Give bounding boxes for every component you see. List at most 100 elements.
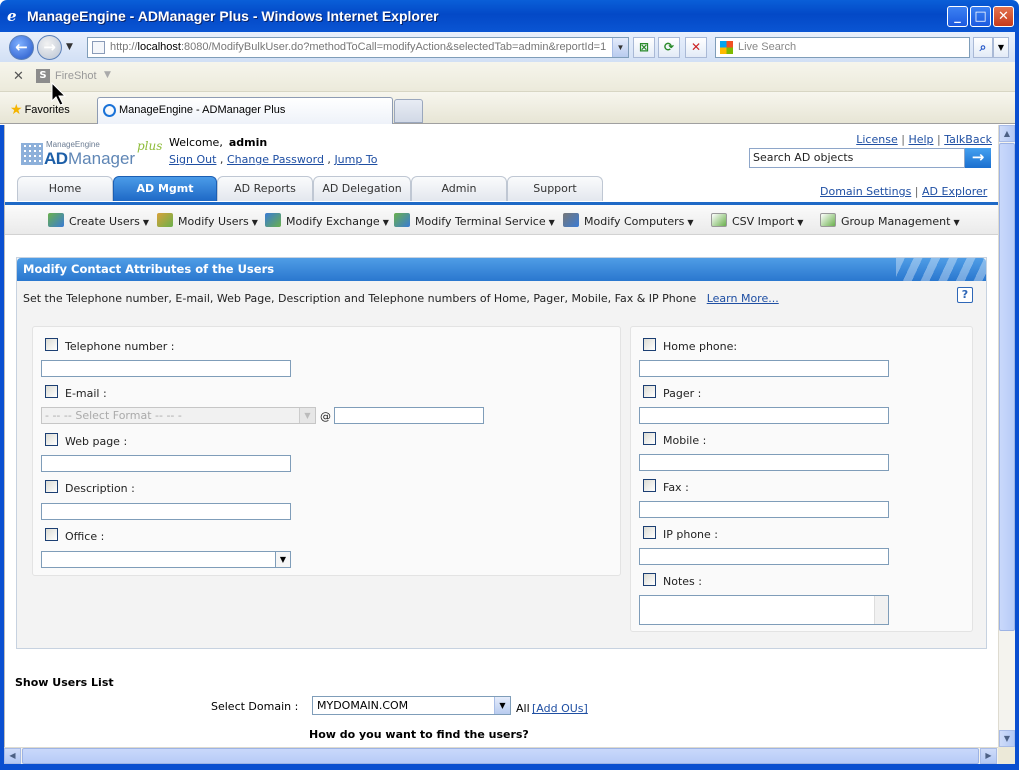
stop-icon[interactable]: ✕ bbox=[685, 37, 707, 58]
browser-tab-title: ManageEngine - ADManager Plus bbox=[119, 104, 286, 116]
domain-links: Domain Settings | AD Explorer bbox=[820, 185, 988, 198]
minimize-button[interactable]: _ bbox=[947, 6, 968, 27]
fireshot-icon[interactable]: S bbox=[36, 69, 50, 83]
compatibility-view-icon[interactable]: ⊠ bbox=[633, 37, 655, 58]
chevron-down-icon[interactable]: ▼ bbox=[494, 697, 510, 714]
scroll-left-icon[interactable]: ◀ bbox=[4, 748, 21, 764]
tab-ad-reports[interactable]: AD Reports bbox=[217, 176, 313, 201]
fax-checkbox[interactable] bbox=[643, 479, 656, 492]
notes-checkbox[interactable] bbox=[643, 573, 656, 586]
close-toolbar-icon[interactable]: ✕ bbox=[13, 69, 24, 84]
office-label: Office : bbox=[65, 530, 105, 543]
description-input[interactable] bbox=[41, 503, 291, 520]
vertical-scrollbar[interactable]: ▲ ▼ bbox=[998, 125, 1015, 747]
horizontal-scroll-thumb[interactable] bbox=[22, 748, 979, 764]
telephone-label: Telephone number : bbox=[65, 340, 175, 353]
fax-label: Fax : bbox=[663, 481, 689, 494]
scroll-right-icon[interactable]: ▶ bbox=[980, 748, 997, 764]
office-checkbox[interactable] bbox=[45, 528, 58, 541]
license-link[interactable]: License bbox=[856, 133, 897, 146]
horizontal-scrollbar[interactable]: ◀ ▶ bbox=[4, 747, 998, 764]
webpage-input[interactable] bbox=[41, 455, 291, 472]
domain-select[interactable]: MYDOMAIN.COM ▼ bbox=[312, 696, 511, 715]
mobile-input[interactable] bbox=[639, 454, 889, 471]
modify-computers-menu[interactable]: Modify Computers ▼ bbox=[563, 213, 694, 228]
live-search-input[interactable]: Live Search bbox=[715, 37, 970, 58]
scroll-down-icon[interactable]: ▼ bbox=[999, 730, 1015, 747]
tab-ad-delegation[interactable]: AD Delegation bbox=[313, 176, 411, 201]
fireshot-dropdown-icon[interactable]: ▼ bbox=[104, 70, 111, 80]
fax-input[interactable] bbox=[639, 501, 889, 518]
sub-navigation: Create Users ▼ Modify Users ▼ Modify Excha… bbox=[5, 205, 998, 235]
group-management-label: Group Management bbox=[841, 215, 951, 228]
notes-textarea[interactable] bbox=[639, 595, 889, 625]
ip-phone-checkbox[interactable] bbox=[643, 526, 656, 539]
mobile-checkbox[interactable] bbox=[643, 432, 656, 445]
home-phone-input[interactable] bbox=[639, 360, 889, 377]
pager-checkbox[interactable] bbox=[643, 385, 656, 398]
ip-phone-input[interactable] bbox=[639, 548, 889, 565]
webpage-checkbox[interactable] bbox=[45, 433, 58, 446]
scroll-up-icon[interactable]: ▲ bbox=[999, 125, 1015, 142]
url-dropdown-icon[interactable]: ▼ bbox=[612, 38, 628, 57]
csv-import-menu[interactable]: CSV Import ▼ bbox=[711, 213, 803, 228]
new-tab-button[interactable] bbox=[394, 99, 423, 123]
ip-phone-label: IP phone : bbox=[663, 528, 718, 541]
search-go-button[interactable]: → bbox=[965, 148, 991, 168]
tab-admin[interactable]: Admin bbox=[411, 176, 507, 201]
learn-more-link[interactable]: Learn More... bbox=[707, 292, 779, 305]
office-combo[interactable]: ▼ bbox=[41, 551, 291, 568]
modify-terminal-service-menu[interactable]: Modify Terminal Service ▼ bbox=[394, 213, 555, 228]
close-button[interactable]: ✕ bbox=[993, 6, 1014, 27]
chevron-down-icon[interactable]: ▼ bbox=[275, 552, 290, 567]
ad-search-input[interactable]: Search AD objects bbox=[749, 148, 965, 168]
talkback-link[interactable]: TalkBack bbox=[944, 133, 992, 146]
sign-out-link[interactable]: Sign Out bbox=[169, 153, 216, 166]
email-domain-input[interactable] bbox=[334, 407, 484, 424]
tab-ad-mgmt[interactable]: AD Mgmt bbox=[113, 176, 217, 201]
description-checkbox[interactable] bbox=[45, 480, 58, 493]
refresh-icon[interactable]: ⟳ bbox=[658, 37, 680, 58]
telephone-checkbox[interactable] bbox=[45, 338, 58, 351]
fireshot-label[interactable]: FireShot bbox=[55, 70, 97, 82]
home-phone-checkbox[interactable] bbox=[643, 338, 656, 351]
modify-exchange-menu[interactable]: Modify Exchange ▼ bbox=[265, 213, 389, 228]
header-stripes bbox=[896, 258, 986, 281]
help-icon[interactable]: ? bbox=[957, 287, 973, 303]
email-format-select[interactable]: - -- -- Select Format -- -- - ▼ bbox=[41, 407, 316, 424]
forward-button[interactable]: → bbox=[37, 35, 62, 60]
group-management-menu[interactable]: Group Management ▼ bbox=[820, 213, 960, 228]
help-link[interactable]: Help bbox=[908, 133, 933, 146]
notes-scrollbar[interactable] bbox=[874, 596, 888, 624]
mobile-label: Mobile : bbox=[663, 434, 707, 447]
ad-explorer-link[interactable]: AD Explorer bbox=[922, 185, 987, 198]
pager-input[interactable] bbox=[639, 407, 889, 424]
vertical-scroll-thumb[interactable] bbox=[999, 143, 1015, 631]
email-checkbox[interactable] bbox=[45, 385, 58, 398]
back-button[interactable]: ← bbox=[9, 35, 34, 60]
maximize-button[interactable]: □ bbox=[970, 6, 991, 27]
telephone-input[interactable] bbox=[41, 360, 291, 377]
search-options-icon[interactable]: ▼ bbox=[993, 37, 1009, 58]
search-icon[interactable]: ⌕ bbox=[973, 37, 993, 58]
modify-users-menu[interactable]: Modify Users ▼ bbox=[157, 213, 258, 228]
browser-tab[interactable]: ManageEngine - ADManager Plus bbox=[97, 97, 393, 124]
url-field[interactable]: http://localhost:8080/ModifyBulkUser.do?… bbox=[87, 37, 629, 58]
add-ous-link[interactable]: [Add OUs] bbox=[532, 702, 588, 715]
create-users-label: Create Users bbox=[69, 215, 140, 228]
url-prefix: http:// bbox=[110, 41, 138, 53]
recent-pages-dropdown-icon[interactable]: ▼ bbox=[66, 42, 73, 52]
domain-settings-link[interactable]: Domain Settings bbox=[820, 185, 911, 198]
create-users-menu[interactable]: Create Users ▼ bbox=[48, 213, 149, 228]
url-host: localhost bbox=[137, 41, 181, 53]
modify-terminal-service-label: Modify Terminal Service bbox=[415, 215, 546, 228]
tab-home[interactable]: Home bbox=[17, 176, 113, 201]
tab-support[interactable]: Support bbox=[507, 176, 603, 201]
welcome-label: Welcome, bbox=[169, 136, 223, 149]
jump-to-link[interactable]: Jump To bbox=[334, 153, 377, 166]
tab-bar: ★ Favorites ManageEngine - ADManager Plus bbox=[0, 92, 1019, 124]
chevron-down-icon: ▼ bbox=[953, 218, 960, 227]
window-frame-bottom bbox=[0, 764, 1019, 770]
change-password-link[interactable]: Change Password bbox=[227, 153, 324, 166]
panel-title: Modify Contact Attributes of the Users bbox=[23, 262, 275, 276]
